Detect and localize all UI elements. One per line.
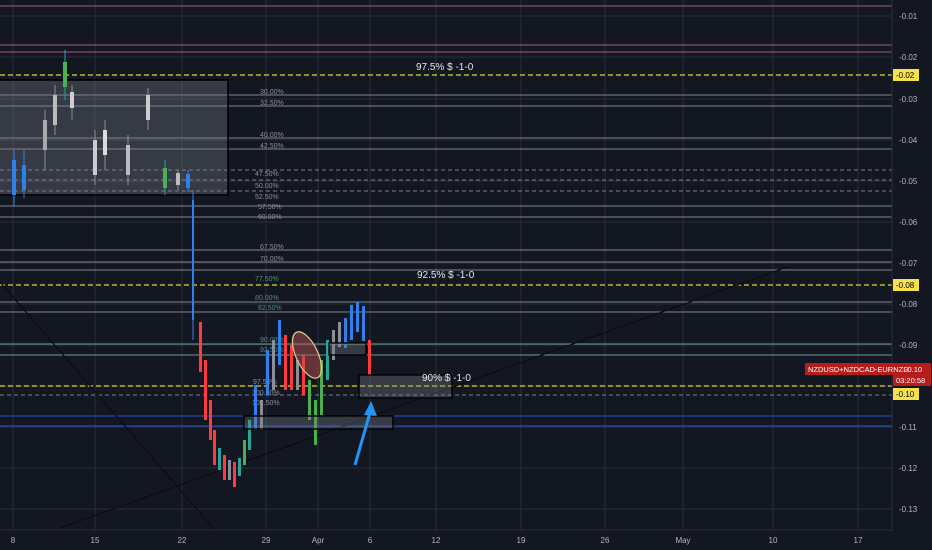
price-tick: -0.03 (899, 95, 918, 104)
fib-label: 47.50% (255, 171, 279, 178)
time-tick: 26 (601, 536, 610, 545)
level-90-label: 90% $ -1-0 (422, 373, 471, 384)
price-tick: -0.12 (899, 464, 918, 473)
time-tick: 6 (368, 536, 373, 545)
zone-box-support[interactable] (243, 415, 394, 430)
fib-label: 30.00% (260, 89, 284, 96)
time-tick: 10 (769, 536, 778, 545)
level-925-label: 92.5% $ -1-0 (417, 270, 475, 281)
fib-label: 60.00% (258, 214, 282, 221)
price-tick: -0.08 (899, 300, 918, 309)
bar-countdown: 03:20:58 (896, 376, 925, 385)
time-tick: 17 (854, 536, 863, 545)
price-tick: -0.06 (899, 218, 918, 227)
price-label-008: -0.08 (896, 281, 915, 290)
fib-label: 42.50% (260, 143, 284, 150)
symbol-value: -0.10 (905, 365, 922, 374)
price-tick: -0.02 (899, 53, 918, 62)
time-axis-panel[interactable] (0, 530, 932, 550)
price-tick: -0.01 (899, 12, 918, 21)
time-tick: Apr (312, 536, 325, 545)
fib-label: 40.00% (260, 132, 284, 139)
price-label-010: -0.10 (896, 390, 915, 399)
fib-label: 32.50% (260, 100, 284, 107)
fib-label: 57.50% (258, 204, 282, 211)
zone-box-small[interactable] (328, 342, 367, 356)
fib-label: 67.50% (260, 244, 284, 251)
time-tick: 12 (432, 536, 441, 545)
crash-candle (192, 200, 194, 320)
fib-label: 77.50% (255, 276, 279, 283)
price-label-002: -0.02 (896, 71, 915, 80)
range-box[interactable] (0, 79, 229, 196)
chart-canvas[interactable]: 30.00% 32.50% 40.00% 42.50% 47.50% 50.00… (0, 0, 932, 550)
time-tick: 8 (11, 536, 16, 545)
fib-label: 82.50% (258, 305, 282, 312)
fib-label: 70.00% (260, 256, 284, 263)
fib-label: 50.00% (255, 183, 279, 190)
price-tick: -0.11 (899, 423, 917, 432)
fib-label: 80.00% (255, 295, 279, 302)
price-tick: -0.04 (899, 136, 918, 145)
price-tick: -0.05 (899, 177, 918, 186)
time-tick: 19 (517, 536, 526, 545)
time-tick: 22 (178, 536, 187, 545)
price-tick: -0.09 (899, 341, 918, 350)
price-tick: -0.13 (899, 505, 918, 514)
time-tick: 15 (91, 536, 100, 545)
symbol-name: NZDUSD+NZDCAD-EURNZD (808, 365, 909, 374)
time-tick: 29 (262, 536, 271, 545)
time-tick: May (675, 536, 690, 545)
fib-label: 52.50% (255, 194, 279, 201)
price-tick: -0.07 (899, 259, 918, 268)
level-975-label: 97.5% $ -1-0 (416, 62, 474, 73)
